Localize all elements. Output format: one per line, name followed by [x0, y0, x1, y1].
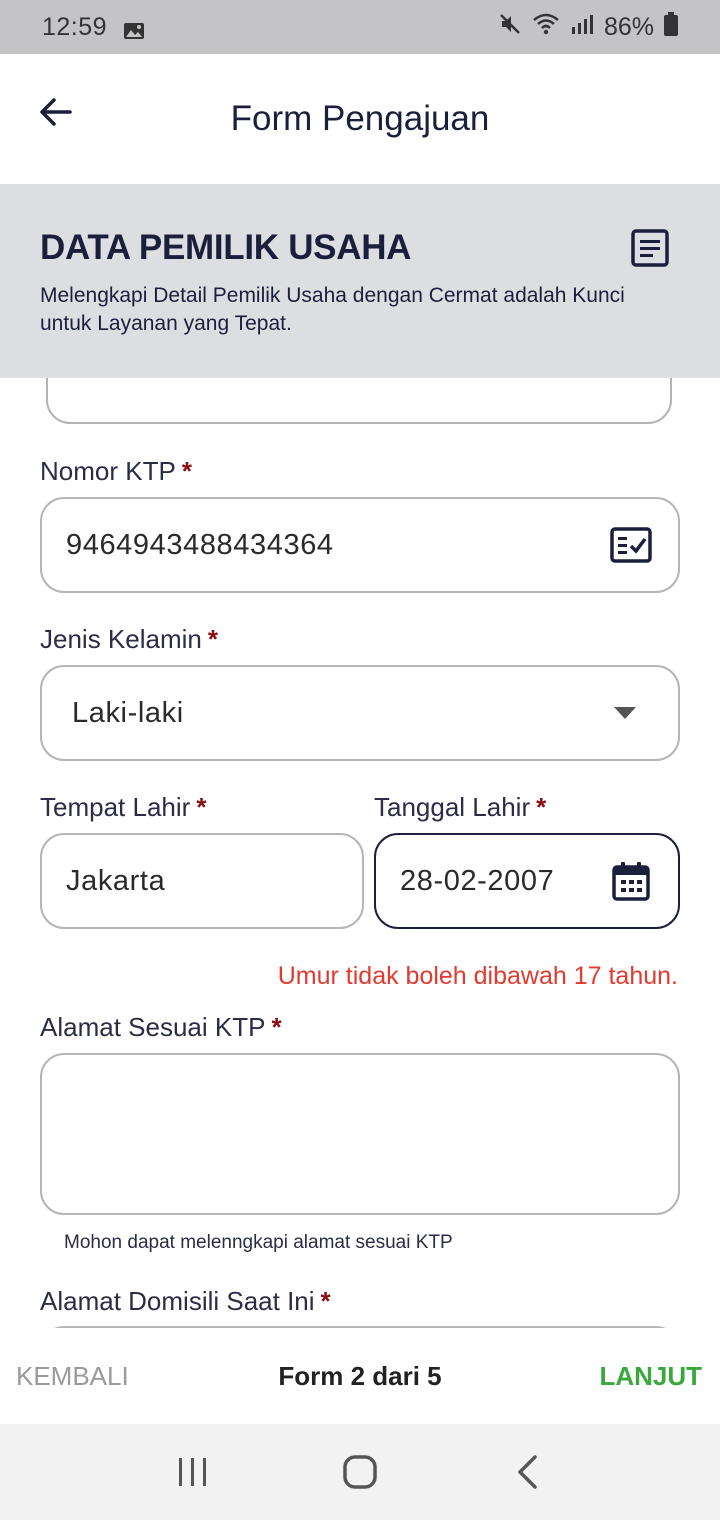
wifi-icon [532, 12, 560, 43]
calendar-icon[interactable] [612, 861, 650, 901]
birth-date-label: Tanggal Lahir * [374, 792, 547, 822]
domicile-address-label: Alamat Domisili Saat Ini * [40, 1286, 331, 1316]
section-description: Melengkapi Detail Pemilik Usaha dengan C… [40, 284, 625, 335]
birth-place-input[interactable]: Jakarta [40, 833, 364, 929]
section-header: DATA PEMILIK USAHA Melengkapi Detail Pem… [0, 184, 720, 378]
gallery-notification-icon [123, 18, 145, 39]
back-button[interactable] [32, 88, 80, 136]
next-step-button[interactable]: LANJUT [599, 1361, 702, 1392]
ktp-address-label: Alamat Sesuai KTP * [40, 1012, 282, 1042]
form-scroll-area[interactable]: Nomor KTP * 9464943488434364 Jenis Kelami… [0, 378, 720, 1328]
required-mark: * [207, 624, 218, 654]
page-title: Form Pengajuan [230, 99, 490, 138]
required-mark: * [196, 792, 207, 822]
ktp-value: 9464943488434364 [66, 528, 334, 561]
previous-field-edge[interactable] [46, 378, 672, 424]
required-mark: * [181, 456, 192, 486]
birth-place-label: Tempat Lahir * [40, 792, 207, 822]
required-mark: * [271, 1012, 282, 1042]
mute-icon [498, 12, 522, 43]
required-mark: * [320, 1286, 331, 1316]
back-step-button[interactable]: KEMBALI [16, 1361, 129, 1392]
recent-apps-icon [179, 1458, 207, 1486]
home-icon [343, 1455, 377, 1489]
signal-icon [570, 13, 594, 42]
ktp-address-textarea[interactable] [40, 1053, 680, 1215]
arrow-left-icon [40, 98, 72, 126]
ktp-label: Nomor KTP * [40, 456, 192, 486]
birth-date-value: 28-02-2007 [400, 864, 555, 897]
home-button[interactable] [330, 1442, 390, 1502]
gender-label: Jenis Kelamin * [40, 624, 218, 654]
gender-value: Laki-laki [72, 696, 184, 729]
status-time: 12:59 [42, 12, 108, 41]
birth-date-input[interactable]: 28-02-2007 [374, 833, 680, 929]
status-bar: 12:59 86% [0, 0, 720, 54]
caret-down-icon [614, 707, 636, 719]
recent-apps-button[interactable] [163, 1442, 223, 1502]
battery-icon [664, 11, 678, 43]
system-back-button[interactable] [497, 1442, 557, 1502]
document-icon [630, 228, 670, 268]
chevron-left-icon [517, 1455, 537, 1489]
ktp-input[interactable]: 9464943488434364 [40, 497, 680, 593]
section-title: DATA PEMILIK USAHA [40, 228, 412, 267]
id-card-check-icon[interactable] [610, 527, 652, 563]
birth-place-value: Jakarta [66, 864, 166, 897]
app-bar: Form Pengajuan [0, 54, 720, 184]
battery-level: 86% [603, 12, 654, 41]
form-navigation: KEMBALI Form 2 dari 5 LANJUT [0, 1328, 720, 1424]
system-navigation-bar [0, 1424, 720, 1520]
gender-select[interactable]: Laki-laki [40, 665, 680, 761]
required-mark: * [536, 792, 547, 822]
ktp-address-helper: Mohon dapat melenngkapi alamat sesuai KT… [64, 1232, 453, 1253]
birth-date-error: Umur tidak boleh dibawah 17 tahun. [277, 962, 678, 990]
